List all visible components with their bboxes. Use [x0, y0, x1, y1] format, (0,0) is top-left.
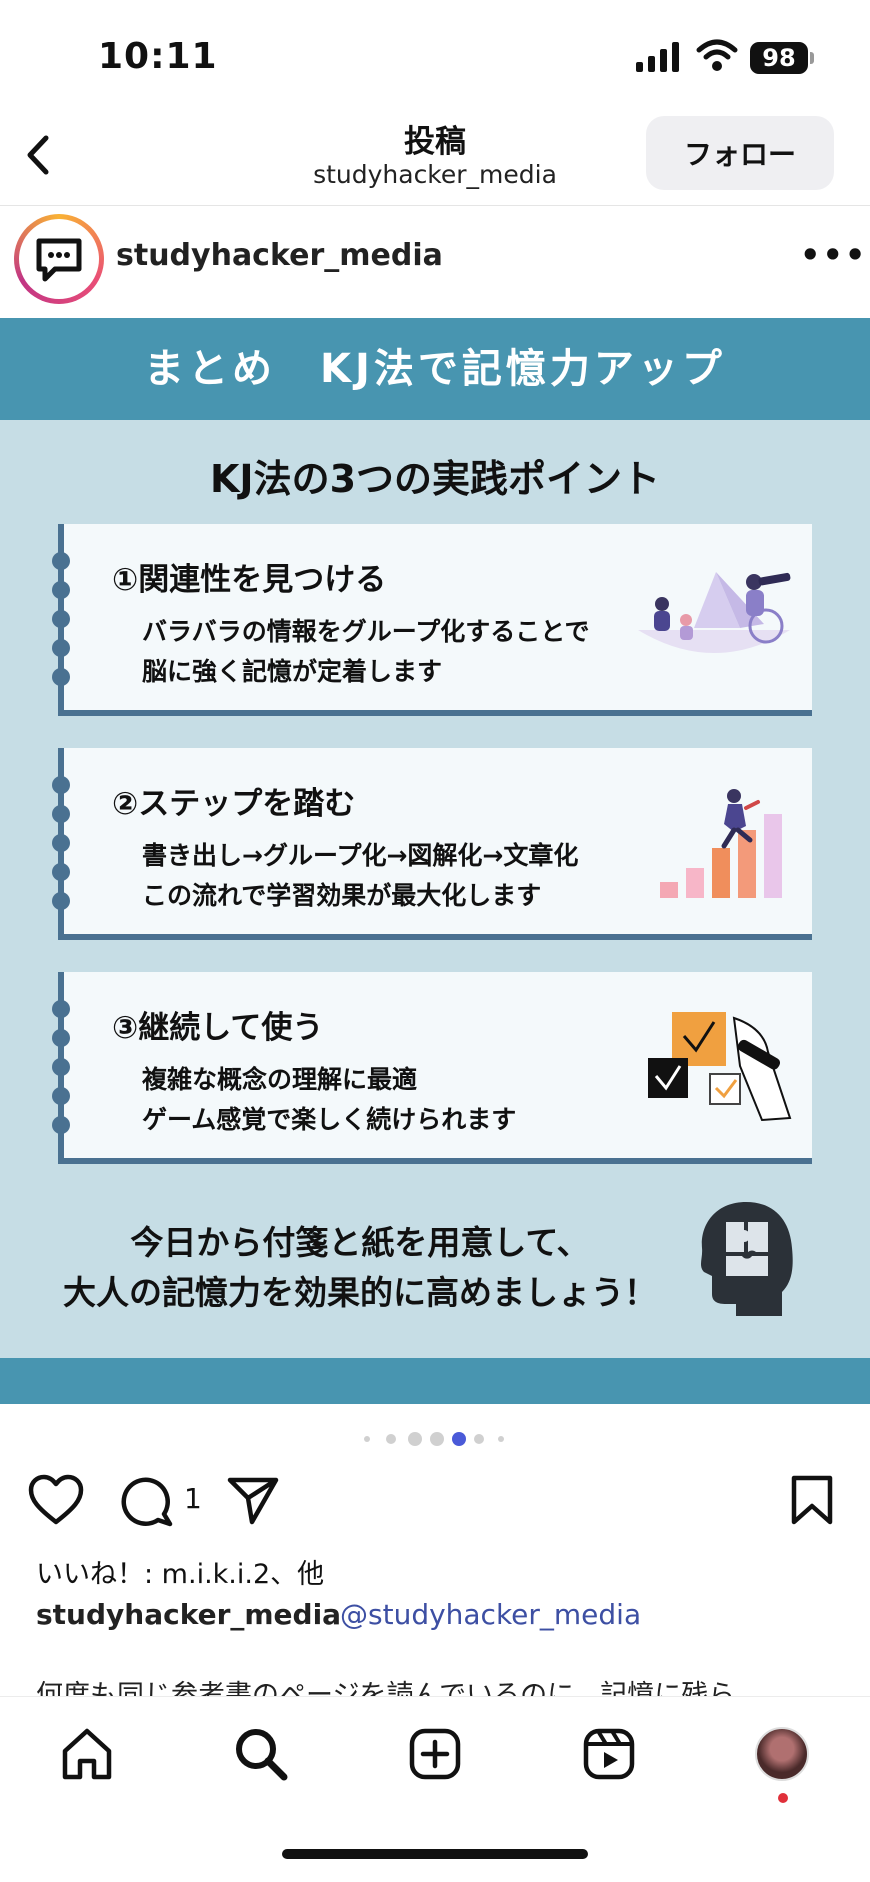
- likes-text[interactable]: いいね！: m.i.k.i.2、他: [36, 1552, 324, 1591]
- point-card-3: ③継続して使う 複雑な概念の理解に最適 ゲーム感覚で楽しく続けられます: [52, 972, 812, 1164]
- slide-banner: まとめ KJ法で記憶力アップ: [0, 318, 870, 420]
- point-card-1: ①関連性を見つける バラバラの情報をグループ化することで 脳に強く記憶が定着しま…: [52, 524, 812, 716]
- add-icon[interactable]: [408, 1727, 462, 1781]
- notebook-holes: [52, 1000, 72, 1145]
- post-image-slide[interactable]: まとめ KJ法で記憶力アップ KJ法の3つの実践ポイント ①関連性を見つける バ…: [0, 318, 870, 1404]
- notification-dot: [778, 1793, 788, 1803]
- slide-heading: KJ法の3つの実践ポイント: [209, 457, 661, 501]
- profile-avatar-tab[interactable]: [755, 1727, 809, 1781]
- card-line: 脳に強く記憶が定着します: [142, 657, 443, 686]
- card-title: ②ステップを踏む: [112, 786, 356, 822]
- brain-puzzle-icon: [700, 1202, 793, 1316]
- checkbox-hand-illustration: [648, 1012, 792, 1122]
- battery-tip: [810, 52, 814, 64]
- more-options-icon[interactable]: •••: [800, 236, 867, 274]
- bottom-tab-bar: [0, 1696, 870, 1882]
- notebook-holes: [52, 552, 72, 697]
- author-username[interactable]: studyhacker_media: [116, 238, 443, 273]
- home-indicator: [282, 1849, 588, 1859]
- card-line: ゲーム感覚で楽しく続けられます: [142, 1105, 517, 1134]
- card-line: この流れで学習効果が最大化します: [142, 881, 542, 910]
- closing-line-1: 今日から付箋と紙を用意して、: [130, 1223, 590, 1262]
- card-title: ①関連性を見つける: [112, 562, 387, 598]
- comment-count: 1: [184, 1482, 202, 1515]
- post-nav-header: 投稿 studyhacker_media フォロー: [0, 110, 870, 206]
- paper-boat-telescope-illustration: [638, 572, 791, 653]
- battery-level: 98: [750, 42, 808, 74]
- signal-icon: [636, 42, 679, 72]
- caption-mention-link[interactable]: @studyhacker_media: [340, 1598, 641, 1631]
- slide-footer-bar: [0, 1358, 870, 1404]
- search-icon[interactable]: [234, 1727, 288, 1781]
- caption-username[interactable]: studyhacker_media: [36, 1598, 341, 1631]
- heart-icon[interactable]: [28, 1474, 84, 1526]
- home-icon[interactable]: [60, 1727, 114, 1781]
- caption-text: 何度も同じ参考書のページを読んでいるのに、記憶に残ら: [36, 1680, 736, 1698]
- card-line: 複雑な概念の理解に最適: [142, 1065, 418, 1094]
- author-avatar[interactable]: [14, 214, 104, 304]
- card-line: バラバラの情報をグループ化することで: [142, 617, 590, 646]
- send-icon[interactable]: [226, 1474, 280, 1526]
- follow-button[interactable]: フォロー: [646, 116, 834, 190]
- speech-bubble-icon: [36, 238, 82, 282]
- status-bar: 10:11 98: [0, 0, 870, 110]
- card-title: ③継続して使う: [112, 1010, 324, 1046]
- card-line: 書き出し→グループ化→図解化→文章化: [142, 841, 579, 870]
- post-actions: 1: [0, 1468, 870, 1532]
- notebook-holes: [52, 776, 72, 921]
- wifi-icon: [696, 39, 738, 71]
- closing-line-2: 大人の記憶力を効果的に高めましょう！: [63, 1273, 657, 1312]
- growth-bars-illustration: [660, 789, 782, 898]
- reels-icon[interactable]: [582, 1727, 636, 1781]
- comment-icon[interactable]: [120, 1474, 174, 1528]
- status-time: 10:11: [98, 36, 218, 77]
- bookmark-icon[interactable]: [790, 1474, 834, 1526]
- post-header: studyhacker_media •••: [0, 206, 870, 318]
- point-card-2: ②ステップを踏む 書き出し→グループ化→図解化→文章化 この流れで学習効果が最大…: [52, 748, 812, 940]
